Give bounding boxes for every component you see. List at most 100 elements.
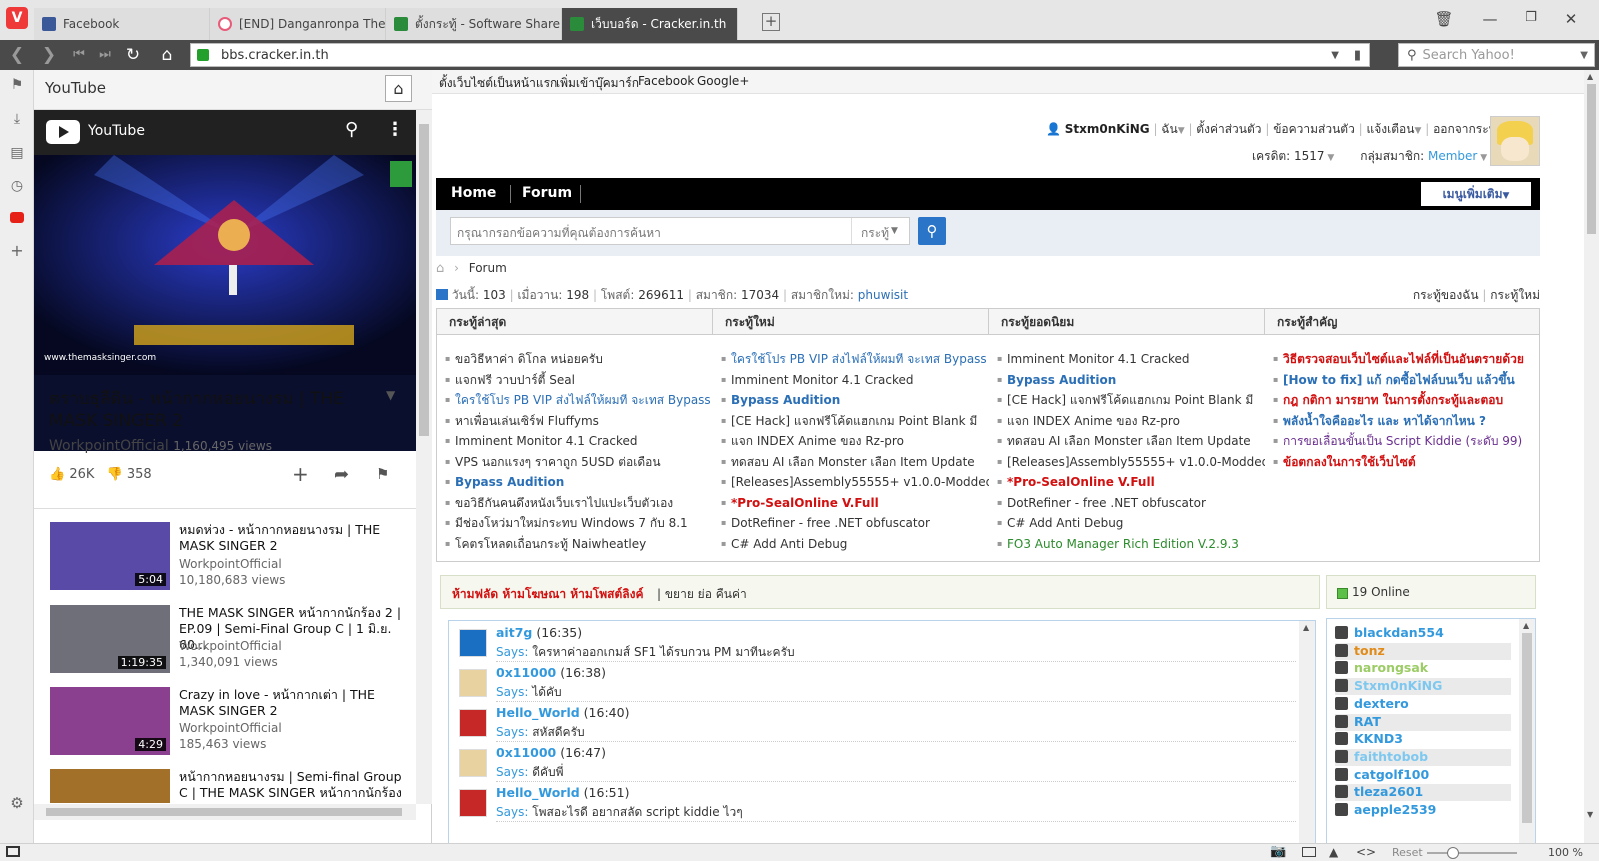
thread-link[interactable]: การขอเลื่อนขั้นเป็น Script Kiddie (ระดับ… [1271,431,1541,452]
thread-link[interactable]: ใครใช้โปร PB VIP ส่งไฟล์ให้ผมที จะเทส By… [443,390,713,411]
thread-link[interactable]: แจกฟรี วาบปาร์ตี้ Seal [443,370,713,391]
youtube-logo-icon[interactable] [46,120,80,144]
thread-link[interactable]: หาเพื่อนเล่นเซิร์ฟ Fluffyms [443,411,713,432]
dislike-icon[interactable]: 👎 [107,467,123,482]
fastforward-icon[interactable]: ⏭ [94,43,116,67]
chat-user-link[interactable]: Hello_World [496,705,580,720]
set-homepage-link[interactable]: ตั้งเว็บไซต์เป็นหน้าแรก [439,74,557,93]
thread-link[interactable]: มีช่องโหว่มาใหม่กระทบ Windows 7 กับ 8.1 [443,513,713,534]
downloads-icon[interactable]: ⤓ [8,110,26,128]
scroll-up-icon[interactable]: ▲ [1587,72,1593,81]
thread-link[interactable]: ขอวิธีกันคนดึงหนังเว็บเราไปแปะเว็บตัวเอง [443,493,713,514]
chat-avatar[interactable] [459,629,487,657]
related-thumbnail[interactable] [50,769,170,803]
more-options-icon[interactable]: ⋮ [386,119,404,140]
vivaldi-logo-icon[interactable]: V [6,7,28,29]
thread-link[interactable]: [Releases]Assembly55555+ v1.0.0-Modded [719,472,989,493]
credits[interactable]: เครดิต: 1517 [1252,149,1325,163]
thread-link[interactable]: Imminent Monitor 4.1 Cracked [719,370,989,391]
thread-link[interactable]: [CE Hack] แจกฟรีโค้ดแฮกเกม Point Blank ม… [719,411,989,432]
chat-scrollbar[interactable]: ▲ [1299,621,1315,843]
scroll-up-icon[interactable]: ▲ [1523,621,1529,630]
trash-icon[interactable]: 🗑 [1434,10,1454,28]
online-user[interactable]: blackdan554 [1335,625,1511,642]
shout-options[interactable]: | ขยาย ย่อ คืนค่า [657,585,747,604]
address-field[interactable]: bbs.cracker.in.th ▼ ▮ [190,43,1370,67]
panel-hscrollbar[interactable] [34,804,416,820]
history-icon[interactable]: ◷ [8,177,26,195]
thread-link[interactable]: Bypass Audition [995,370,1265,391]
back-icon[interactable]: ❮ [6,43,28,67]
chat-avatar[interactable] [459,669,487,697]
thread-link[interactable]: [Releases]Assembly55555+ v1.0.0-Modded [995,452,1265,473]
me-link[interactable]: ฉัน [1161,122,1177,136]
search-field[interactable]: ⚲ Search Yahoo! ▼ [1398,43,1595,67]
online-scrollbar[interactable]: ▲ [1519,619,1535,843]
thread-link[interactable]: ทดสอบ AI เลือก Monster เลือก Item Update [995,431,1265,452]
thread-link[interactable]: *Pro-SealOnline V.Full [995,472,1265,493]
thread-link[interactable]: Bypass Audition [719,390,989,411]
page-scrollbar[interactable]: ▲ ▼ [1584,70,1599,843]
search-scope-select[interactable]: กระทู้ [861,224,889,243]
thread-link[interactable]: กฎ กติกา มารยาท ในการตั้งกระทู้และตอบ [1271,390,1541,411]
search-engine-dropdown-icon[interactable]: ▼ [1580,50,1588,61]
bookmark-icon[interactable]: ▮ [1354,48,1361,63]
zoom-reset[interactable]: Reset [1392,846,1423,859]
thread-link[interactable]: *Pro-SealOnline V.Full [719,493,989,514]
online-user[interactable]: tonz [1335,642,1511,660]
thread-link[interactable]: ข้อตกลงในการใช้เว็บไซต์ [1271,452,1541,473]
settings-link[interactable]: ตั้งค่าส่วนตัว [1196,122,1261,136]
panel-home-button[interactable]: ⌂ [385,75,412,102]
related-title[interactable]: หมดห่วง - หน้ากากหอยนางรม | THE MASK SIN… [179,522,404,554]
page-scroll-thumb[interactable] [1587,84,1596,234]
panel-hscroll-thumb[interactable] [46,808,402,816]
thread-link[interactable]: ขอวิธีหาค่า ดิโกล หน่อยครับ [443,349,713,370]
new-tab-button[interactable]: + [762,13,780,31]
chat-avatar[interactable] [459,709,487,737]
online-scroll-thumb[interactable] [1522,633,1532,823]
thread-link[interactable]: แจก INDEX Anime ของ Rz-pro [719,431,989,452]
notes-icon[interactable]: ▤ [8,144,26,162]
thread-link[interactable]: DotRefiner - free .NET obfuscator [995,493,1265,514]
search-icon[interactable]: ⚲ [345,119,358,140]
user-avatar[interactable] [1490,116,1540,166]
chat-user-link[interactable]: 0x11000 [496,665,556,680]
images-icon[interactable]: ▲ [1329,845,1338,859]
related-title[interactable]: Crazy in love - หน้ากากเต่า | THE MASK S… [179,687,404,719]
home-icon[interactable]: ⌂ [436,261,444,276]
related-thumbnail[interactable]: 1:19:35 [50,605,170,673]
forum-search-input[interactable]: กรุณากรอกข้อความที่คุณต้องการค้นหา กระทู… [450,217,910,245]
youtube-panel-icon[interactable] [10,212,24,223]
close-icon[interactable]: ✕ [1561,10,1581,28]
my-threads-link[interactable]: กระทู้ของฉัน [1413,288,1479,302]
panel-scrollbar[interactable] [416,110,432,804]
thread-link[interactable]: [How to fix] แก้ กดซื้อไฟล์บนเว็บ แล้วขึ… [1271,370,1541,391]
chat-user-link[interactable]: 0x11000 [496,745,556,760]
chat-avatar[interactable] [459,789,487,817]
related-thumbnail[interactable]: 4:29 [50,687,170,755]
dropdown-arrow-icon[interactable]: ▼ [1331,50,1339,61]
online-user[interactable]: Stxm0nKiNG [1335,678,1511,696]
add-bookmark-link[interactable]: เพิ่มเข้าบุ๊คมาร์ก [556,74,639,93]
thread-link[interactable]: Imminent Monitor 4.1 Cracked [443,431,713,452]
online-user[interactable]: faithtobob [1335,748,1511,766]
thread-link[interactable]: [CE Hack] แจกฟรีโค้ดแฮกเกม Point Blank ม… [995,390,1265,411]
online-user[interactable]: KKND3 [1335,731,1511,748]
chat-avatar[interactable] [459,749,487,777]
report-flag-icon[interactable]: ⚑ [376,465,389,483]
thread-link[interactable]: แจก INDEX Anime ของ Rz-pro [995,411,1265,432]
breadcrumb-forum[interactable]: Forum [469,261,507,275]
reload-icon[interactable]: ↻ [122,43,144,67]
related-thumbnail[interactable]: 5:04 [50,522,170,590]
expand-description-icon[interactable]: ▼ [386,388,395,402]
online-user[interactable]: tleza2601 [1335,784,1511,802]
thread-link[interactable]: พลังน้ำใจคืออะไร และ หาได้จากไหน ? [1271,411,1541,432]
toggle-panel-icon[interactable] [6,846,20,857]
thread-link[interactable]: ใครใช้โปร PB VIP ส่งไฟล์ให้ผมที จะเทส By… [719,349,989,370]
thread-link[interactable]: C# Add Anti Debug [719,534,989,555]
online-user[interactable]: aepple2539 [1335,802,1511,819]
online-user[interactable]: narongsak [1335,660,1511,677]
forward-icon[interactable]: ❯ [38,43,60,67]
new-threads-link[interactable]: กระทู้ใหม่ [1490,288,1540,302]
like-icon[interactable]: 👍 [49,467,65,482]
